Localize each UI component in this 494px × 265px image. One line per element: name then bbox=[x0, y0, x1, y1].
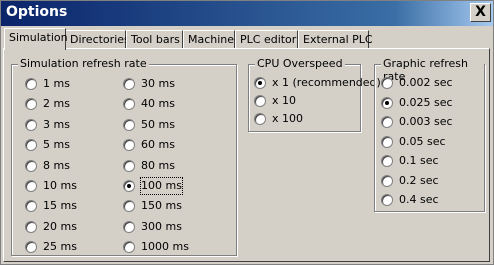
title-bar[interactable]: Options X bbox=[1, 1, 493, 26]
radio-label: 30 ms bbox=[141, 77, 175, 90]
radio-button[interactable] bbox=[381, 96, 393, 109]
radio-label: 2 ms bbox=[43, 97, 70, 111]
radio-button[interactable] bbox=[123, 159, 135, 172]
radio-button[interactable] bbox=[123, 180, 135, 192]
cpu-overspeed-group: CPU Overspeed x 1 (recommended) x 10 x 100 bbox=[248, 57, 381, 132]
radio-button[interactable] bbox=[25, 78, 37, 90]
radio-label: 5 ms bbox=[43, 138, 70, 152]
radio-dot-icon bbox=[385, 100, 389, 105]
radio-button[interactable] bbox=[381, 135, 393, 148]
radio-label: 80 ms bbox=[141, 158, 175, 172]
radio-button[interactable] bbox=[123, 220, 135, 233]
radio-button[interactable] bbox=[25, 139, 37, 152]
radio-label: 1000 ms bbox=[141, 240, 189, 254]
radio-label: 300 ms bbox=[141, 219, 182, 233]
group-title: Simulation refresh rate bbox=[18, 57, 149, 70]
radio-button[interactable] bbox=[123, 200, 135, 213]
radio-label: 8 ms bbox=[43, 158, 70, 172]
radio-button[interactable] bbox=[381, 155, 393, 167]
radio-button[interactable] bbox=[25, 220, 37, 233]
radio-button[interactable] bbox=[25, 200, 37, 213]
radio-label: 0.2 sec bbox=[399, 173, 439, 187]
radio-label: x 10 bbox=[272, 94, 297, 107]
radio-button[interactable] bbox=[25, 98, 37, 111]
graphic-refresh-rate-group: Graphic refresh rate 0.002 sec 0.025 sec 0… bbox=[374, 57, 485, 212]
simulation-panel: Simulation refresh rate 1 ms 2 ms 3 ms 5 ms… bbox=[3, 48, 490, 262]
radio-label: 0.003 sec bbox=[399, 115, 453, 128]
options-window: Options X Simulation Directories Tool ba… bbox=[0, 0, 494, 265]
tab-tool-bars[interactable]: Tool bars bbox=[126, 30, 183, 49]
radio-button[interactable] bbox=[123, 241, 135, 254]
tab-plc-editor[interactable]: PLC editor bbox=[235, 30, 298, 49]
radio-label: 0.002 sec bbox=[399, 76, 453, 89]
radio-label: 3 ms bbox=[43, 117, 70, 131]
close-button[interactable]: X bbox=[470, 3, 491, 22]
radio-label: 0.025 sec bbox=[399, 95, 453, 109]
radio-label: 10 ms bbox=[43, 179, 77, 192]
radio-label: 40 ms bbox=[141, 97, 175, 111]
radio-dot-icon bbox=[127, 184, 131, 188]
radio-label: 0.05 sec bbox=[399, 134, 446, 148]
tab-simulation[interactable]: Simulation bbox=[4, 28, 68, 50]
radio-label: x 1 (recommended) bbox=[272, 76, 381, 89]
window-title: Options bbox=[6, 4, 68, 20]
tab-label: Simulation bbox=[9, 31, 68, 44]
radio-button[interactable] bbox=[381, 77, 393, 89]
radio-button[interactable] bbox=[381, 194, 393, 206]
radio-button[interactable] bbox=[254, 95, 266, 107]
radio-button[interactable] bbox=[123, 118, 135, 131]
radio-label: 1 ms bbox=[43, 77, 70, 90]
radio-label: 150 ms bbox=[141, 199, 182, 213]
tab-machine[interactable]: Machine bbox=[183, 30, 235, 49]
simulation-refresh-rate-group: Simulation refresh rate 1 ms 2 ms 3 ms 5 ms… bbox=[11, 57, 237, 256]
tab-external-plc[interactable]: External PLC bbox=[298, 30, 373, 49]
group-title: CPU Overspeed bbox=[255, 57, 345, 70]
close-icon: X bbox=[475, 4, 486, 20]
radio-dot-icon bbox=[258, 81, 262, 85]
radio-button[interactable] bbox=[123, 98, 135, 111]
radio-label: 0.4 sec bbox=[399, 193, 439, 206]
radio-button[interactable] bbox=[381, 116, 393, 128]
radio-button[interactable] bbox=[381, 174, 393, 187]
radio-label: 50 ms bbox=[141, 117, 175, 131]
radio-label: 0.1 sec bbox=[399, 154, 439, 167]
tab-label: PLC editor bbox=[240, 33, 297, 46]
radio-button[interactable] bbox=[123, 78, 135, 90]
tab-label: Directories bbox=[70, 33, 130, 46]
radio-label: x 100 bbox=[272, 112, 304, 125]
radio-label: 60 ms bbox=[141, 138, 175, 152]
tab-directories[interactable]: Directories bbox=[65, 30, 130, 49]
radio-button[interactable] bbox=[25, 118, 37, 131]
tab-label: External PLC bbox=[303, 33, 373, 46]
radio-label: 25 ms bbox=[43, 240, 77, 254]
radio-button[interactable] bbox=[25, 241, 37, 254]
radio-button[interactable] bbox=[254, 113, 266, 125]
tab-label: Machine bbox=[188, 33, 235, 46]
radio-button[interactable] bbox=[25, 180, 37, 192]
radio-label: 15 ms bbox=[43, 199, 77, 213]
radio-button[interactable] bbox=[123, 139, 135, 152]
radio-button[interactable] bbox=[25, 159, 37, 172]
tab-label: Tool bars bbox=[131, 33, 180, 46]
radio-label: 20 ms bbox=[43, 219, 77, 233]
radio-label: 100 ms bbox=[140, 177, 183, 195]
radio-button[interactable] bbox=[254, 77, 266, 89]
